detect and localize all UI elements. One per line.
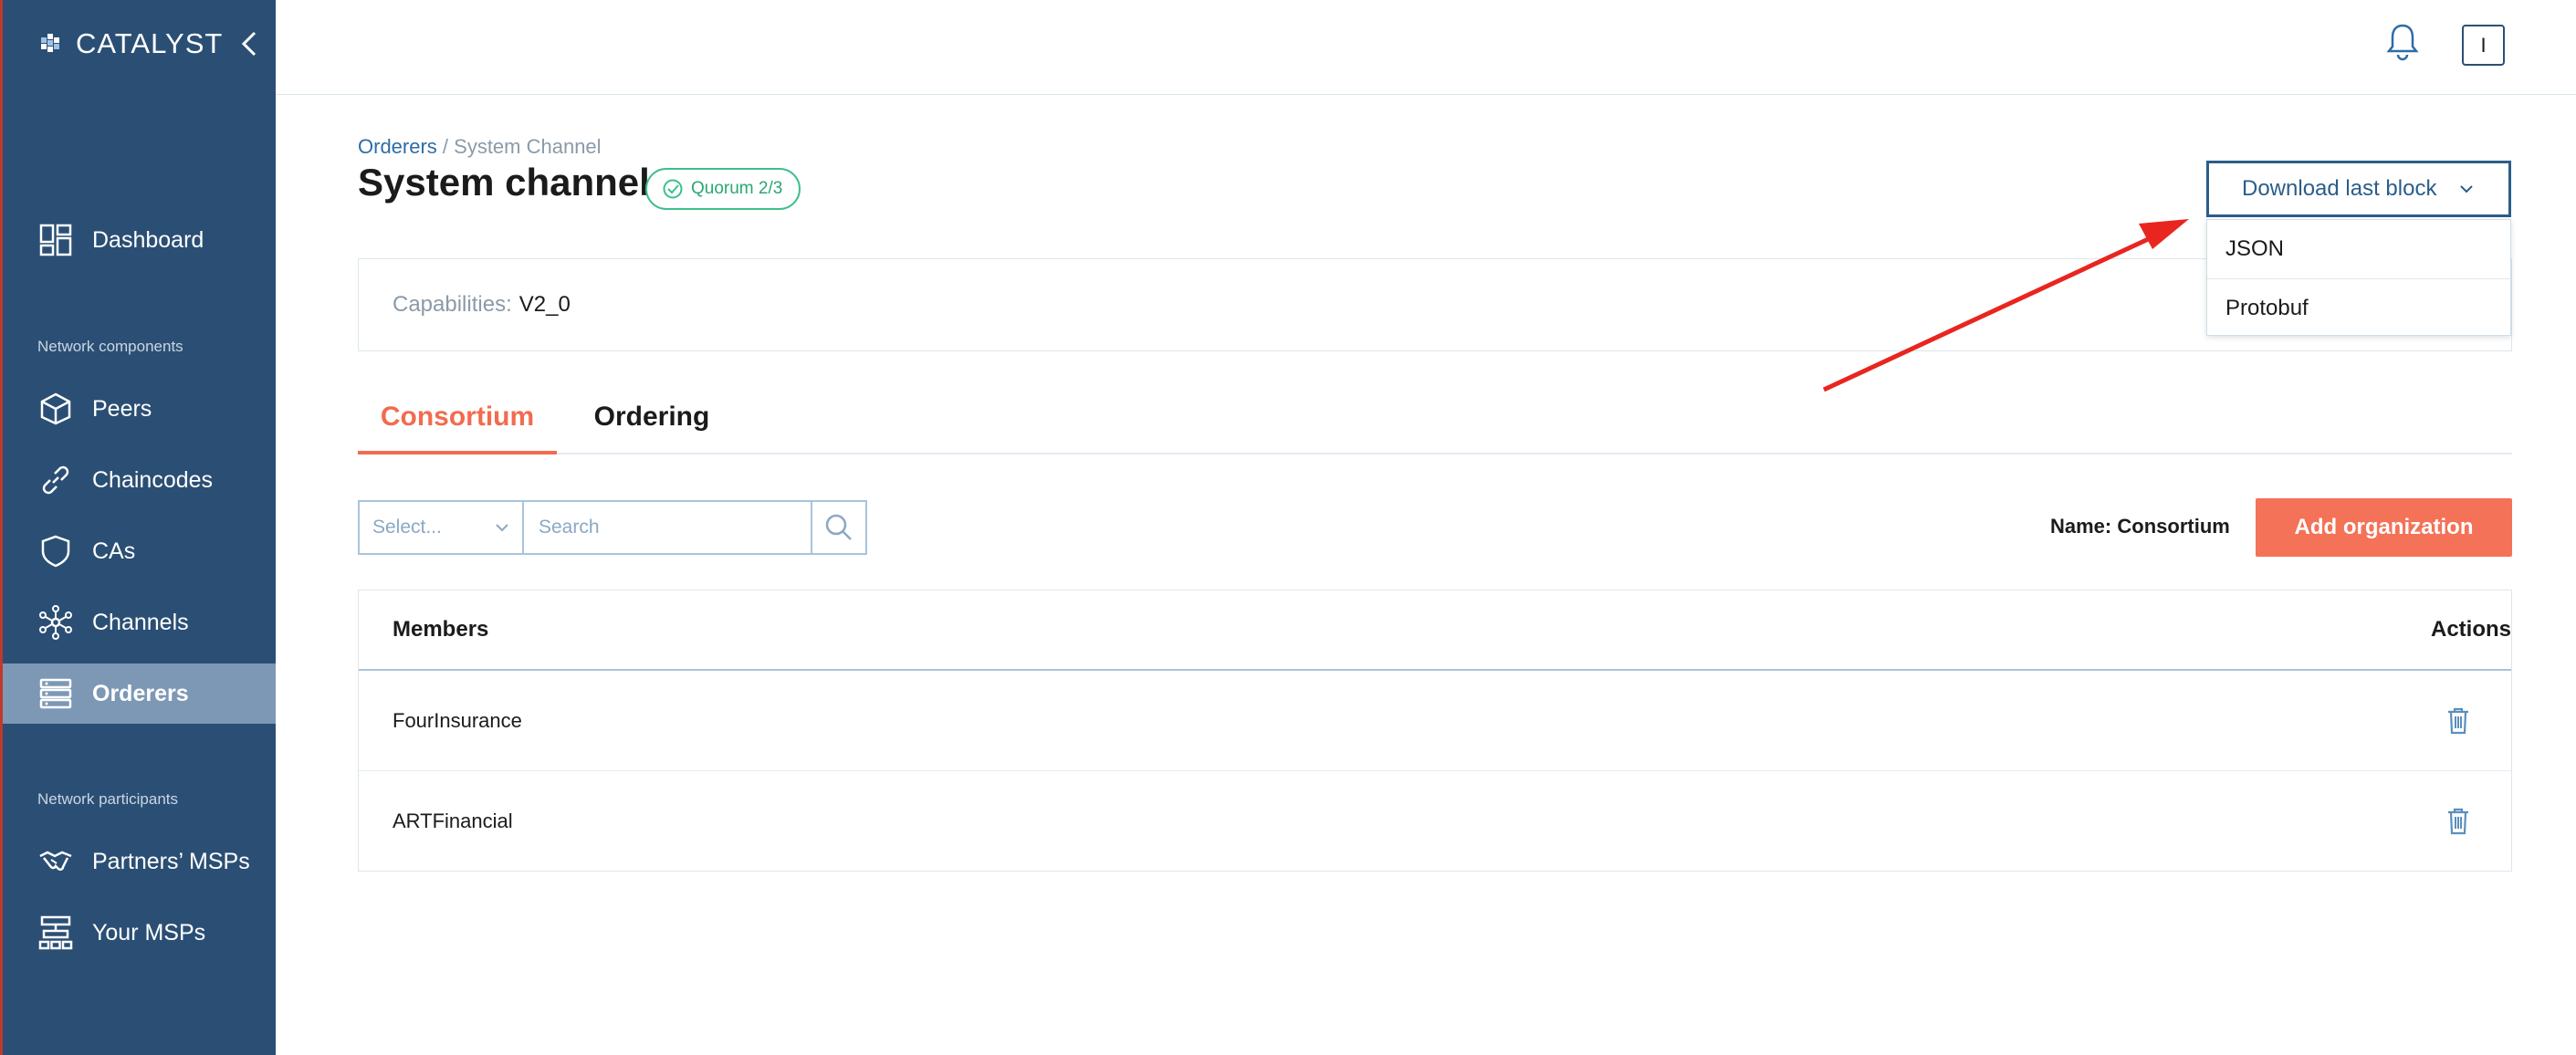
- capabilities-value: V2_0: [518, 292, 571, 317]
- cube-icon: [37, 391, 74, 427]
- search-input[interactable]: Search: [524, 502, 812, 553]
- sidebar-item-your-msps[interactable]: Your MSPs: [3, 903, 276, 963]
- sidebar-item-cas[interactable]: CAs: [3, 521, 276, 581]
- sidebar-item-label: Dashboard: [92, 226, 204, 253]
- section-network-participants: Network participants: [37, 790, 179, 808]
- hierarchy-icon: [37, 914, 74, 951]
- shield-icon: [37, 533, 74, 569]
- member-name: ARTFinancial: [393, 810, 513, 832]
- chevron-down-icon: [2460, 185, 2474, 193]
- sidebar-item-label: CAs: [92, 538, 136, 564]
- network-icon: [37, 604, 74, 641]
- download-option-protobuf[interactable]: Protobuf: [2207, 278, 2510, 337]
- chevron-down-icon: [496, 524, 508, 532]
- user-avatar[interactable]: I: [2462, 25, 2505, 66]
- column-header-members: Members: [393, 617, 489, 642]
- catalyst-logo-icon: [41, 34, 59, 52]
- sidebar-item-dashboard[interactable]: Dashboard: [3, 210, 276, 270]
- sidebar-item-label: Peers: [92, 395, 152, 422]
- logo[interactable]: CATALYST: [39, 27, 223, 60]
- search-placeholder: Search: [539, 517, 600, 538]
- sidebar-item-channels[interactable]: Channels: [3, 592, 276, 653]
- sidebar-item-partners-msps[interactable]: Partners’ MSPs: [3, 831, 276, 892]
- sidebar-item-label: Channels: [92, 609, 189, 635]
- sidebar-item-orderers[interactable]: Orderers: [3, 663, 276, 724]
- sidebar-item-peers[interactable]: Peers: [3, 379, 276, 439]
- page-title: System channel: [358, 161, 650, 204]
- search-button[interactable]: [812, 502, 865, 553]
- breadcrumb-separator: /: [436, 135, 455, 158]
- bell-icon[interactable]: [2384, 22, 2421, 62]
- link-icon: [37, 462, 74, 498]
- sidebar-item-chaincodes[interactable]: Chaincodes: [3, 450, 276, 510]
- consortium-name: Name: Consortium: [2050, 515, 2230, 538]
- members-table: Members Actions FourInsurance ARTFinanci…: [358, 590, 2512, 872]
- download-option-json[interactable]: JSON: [2207, 220, 2510, 278]
- sidebar-item-label: Chaincodes: [92, 466, 214, 493]
- sidebar-item-label: Your MSPs: [92, 919, 206, 945]
- handshake-icon: [37, 843, 74, 880]
- dashboard-icon: [37, 222, 74, 258]
- filter-select[interactable]: Select...: [360, 502, 524, 553]
- quorum-badge-label: Quorum 2/3: [691, 179, 783, 198]
- consortium-name-label: Name:: [2050, 515, 2112, 538]
- logo-text: CATALYST: [76, 27, 224, 59]
- breadcrumb: Orderers / System Channel: [358, 135, 602, 159]
- search-icon: [825, 514, 852, 540]
- tab-ordering[interactable]: Ordering: [575, 402, 728, 454]
- filter-select-placeholder: Select...: [372, 517, 442, 538]
- download-button-label: Download last block: [2242, 176, 2437, 201]
- tab-consortium[interactable]: Consortium: [358, 402, 557, 454]
- breadcrumb-link-orderers[interactable]: Orderers: [358, 135, 437, 158]
- quorum-badge: Quorum 2/3: [645, 168, 801, 210]
- filter-bar: Select... Search: [358, 500, 867, 555]
- user-initial: I: [2480, 33, 2487, 57]
- sidebar-item-label: Partners’ MSPs: [92, 848, 250, 874]
- top-bar: [276, 0, 2576, 95]
- sidebar: CATALYST Dashboard Network components Pe…: [0, 0, 276, 1055]
- member-name: FourInsurance: [393, 708, 522, 732]
- breadcrumb-current: System Channel: [454, 135, 602, 158]
- sidebar-item-label: Orderers: [92, 680, 189, 706]
- check-circle-icon: [663, 179, 683, 199]
- app-root: CATALYST Dashboard Network components Pe…: [0, 0, 2576, 1055]
- download-dropdown-menu: JSON Protobuf: [2206, 219, 2511, 336]
- channel-tabs: Consortium Ordering: [358, 402, 2512, 454]
- column-header-actions: Actions: [2430, 617, 2511, 642]
- capabilities-label: Capabilities:: [393, 292, 512, 317]
- table-header: Members Actions: [359, 590, 2511, 671]
- section-network-components: Network components: [37, 338, 183, 355]
- table-row: FourInsurance: [359, 671, 2511, 771]
- capabilities-card: Capabilities: V2_0: [358, 258, 2512, 351]
- server-icon: [37, 675, 74, 712]
- chevron-left-icon[interactable]: [238, 27, 260, 60]
- trash-icon[interactable]: [2445, 807, 2471, 836]
- add-organization-button[interactable]: Add organization: [2256, 498, 2512, 557]
- table-row: ARTFinancial: [359, 771, 2511, 872]
- trash-icon[interactable]: [2445, 706, 2471, 736]
- download-last-block-button[interactable]: Download last block: [2206, 161, 2511, 217]
- consortium-name-value: Consortium: [2117, 515, 2230, 538]
